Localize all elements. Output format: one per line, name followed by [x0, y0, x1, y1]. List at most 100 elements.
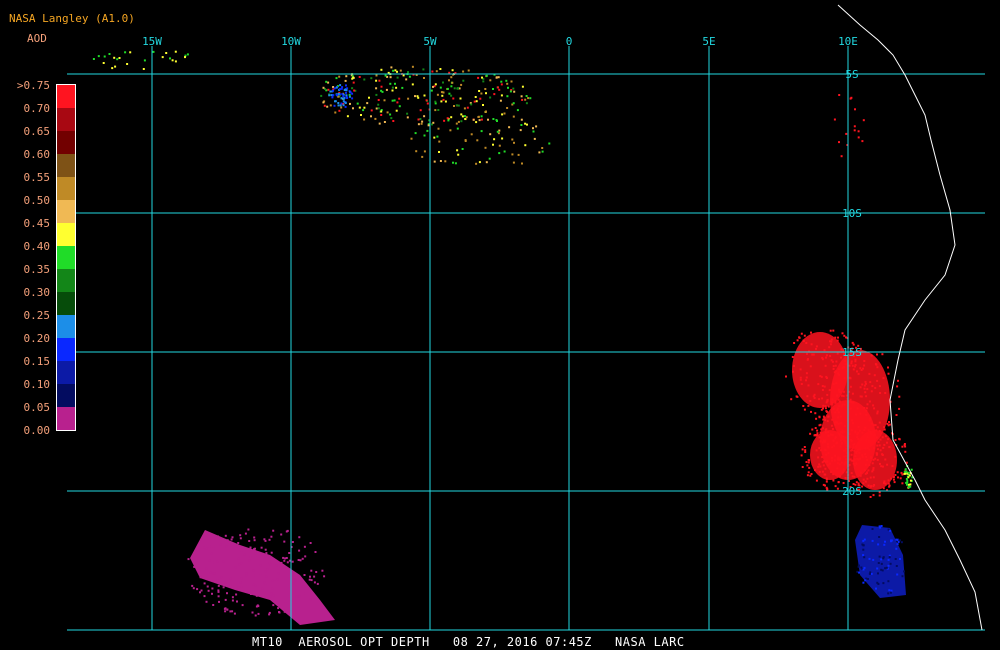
aod-pixel [291, 560, 294, 563]
aod-pixel [254, 550, 257, 553]
aod-pixel [325, 80, 328, 83]
aod-pixel [882, 582, 885, 585]
aod-pixel [205, 600, 208, 603]
aod-pixel [881, 353, 884, 356]
aod-pixel [453, 87, 456, 90]
aod-pixel [446, 87, 449, 90]
aod-pixel [344, 79, 347, 82]
aod-pixel [838, 463, 841, 466]
aod-pixel [268, 613, 271, 616]
aod-pixel [254, 614, 257, 617]
aod-pixel [260, 546, 263, 549]
aod-pixel [433, 160, 436, 163]
aod-pixel [343, 89, 346, 91]
aod-pixel [195, 552, 198, 555]
aod-pixel [484, 88, 487, 90]
aod-pixel [383, 121, 386, 123]
aod-pixel [257, 612, 260, 615]
aod-pixel [265, 552, 268, 555]
aod-pixel [824, 419, 827, 422]
aod-pixel [506, 107, 509, 109]
aod-pixel [391, 99, 394, 102]
aod-pixel [891, 465, 894, 468]
aod-pixel [854, 455, 857, 458]
aod-pixel [456, 127, 459, 130]
longitude-label: 0 [566, 35, 573, 48]
aod-pixel [501, 113, 504, 116]
aod-pixel [340, 87, 343, 90]
aod-pixel [362, 109, 365, 112]
aod-pixel [205, 547, 208, 550]
aod-pixel [142, 68, 145, 70]
aod-pixel [874, 363, 877, 366]
aod-pixel [477, 116, 480, 118]
aod-pixel [489, 79, 492, 82]
aod-pixel [440, 100, 443, 103]
aod-pixel [482, 104, 484, 106]
aod-pixel [421, 155, 424, 158]
aod-pixel [793, 342, 796, 344]
aod-pixel [880, 562, 883, 565]
aod-pixel [161, 56, 164, 59]
aod-pixel [807, 471, 810, 474]
aod-pixel [217, 595, 220, 598]
aod-pixel [830, 424, 833, 427]
aod-pixel [525, 102, 528, 105]
aod-pixel [829, 340, 831, 343]
colorbar-label: 0.55 [23, 171, 51, 184]
aod-pixel [268, 562, 271, 564]
aod-pixel [174, 50, 177, 53]
aod-pixel [870, 457, 873, 459]
aod-pixel [801, 466, 804, 468]
longitude-label: 15W [142, 35, 162, 48]
aod-pixel [461, 115, 464, 118]
aod-pixel [193, 556, 195, 559]
aod-pixel [834, 454, 837, 457]
aod-pixel [529, 97, 532, 100]
aod-pixel [843, 390, 845, 393]
aod-pixel [840, 155, 843, 158]
aod-pixel [863, 360, 866, 362]
aod-pixel [277, 607, 280, 610]
aod-pixel [193, 565, 196, 568]
aod-pixel [904, 468, 907, 471]
aod-pixel [240, 562, 243, 565]
aod-pixel [239, 534, 242, 537]
aod-pixel [200, 589, 203, 592]
aod-pixel [864, 579, 867, 582]
aod-pixel [876, 366, 879, 369]
aod-pixel [407, 97, 410, 100]
aod-pixel [842, 449, 845, 452]
aod-pixel [496, 130, 499, 133]
aod-pixel [896, 539, 899, 541]
colorbar-cell [57, 246, 75, 269]
aod-pixel [892, 478, 895, 481]
aod-pixel [826, 460, 829, 463]
aod-pixel [897, 541, 900, 543]
aod-pixel [896, 543, 899, 546]
aod-pixel [474, 96, 477, 98]
aod-pixel [466, 106, 469, 109]
aod-pixel [877, 562, 880, 564]
aod-pixel [406, 116, 409, 119]
aod-pixel [356, 102, 359, 105]
aod-pixel [848, 445, 851, 448]
aod-pixel [810, 410, 812, 413]
aod-pixel [244, 532, 247, 535]
aod-pixel [800, 383, 803, 385]
aod-pixel [457, 153, 460, 156]
aod-pixel [251, 611, 254, 614]
aod-pixel [358, 76, 361, 78]
aod-pixel [505, 79, 508, 82]
aod-pixel [842, 435, 845, 438]
aod-pixel [516, 109, 519, 112]
aod-pixel [506, 82, 509, 85]
aod-pixel [501, 137, 504, 140]
aod-pixel [392, 69, 395, 72]
aod-pixel [860, 566, 863, 569]
aod-pixel [248, 559, 251, 562]
aod-pixel [237, 547, 240, 550]
aod-pixel [871, 462, 874, 465]
aod-pixel [452, 97, 455, 100]
aod-pixel [814, 427, 817, 429]
